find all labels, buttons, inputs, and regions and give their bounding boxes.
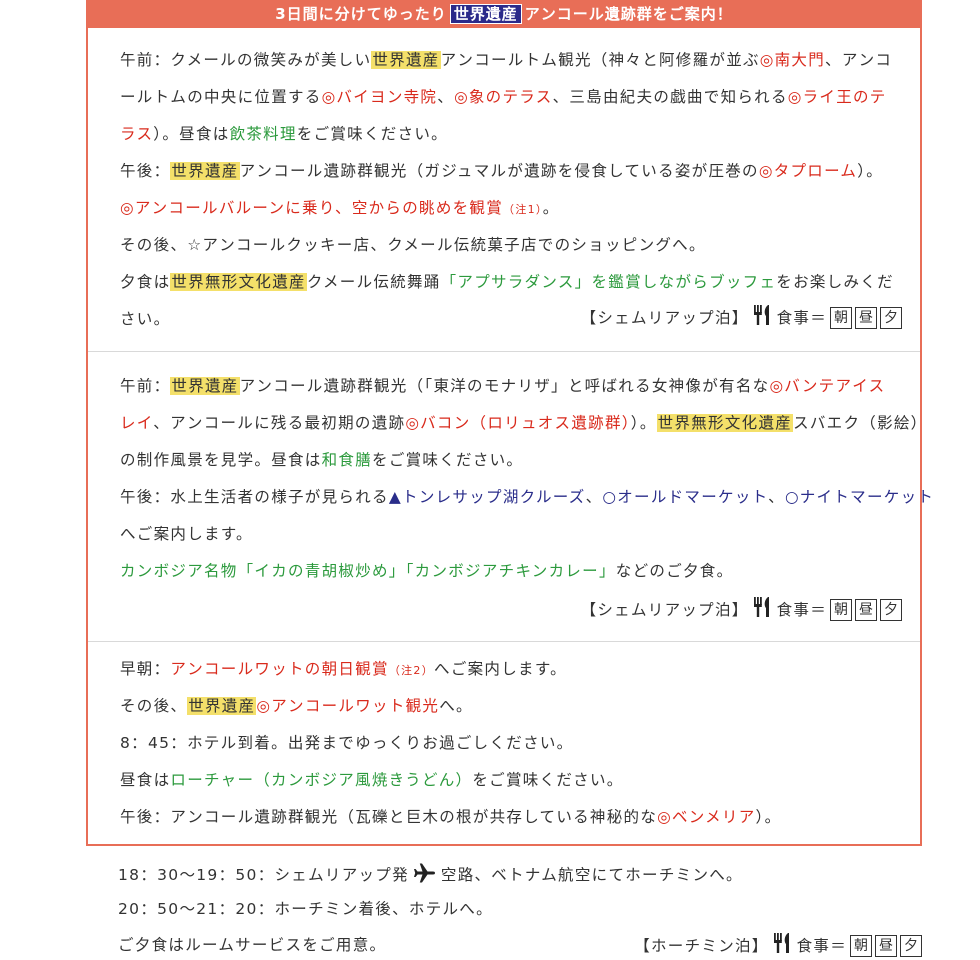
day3-line5: 午後：アンコール遺跡群観光（瓦礫と巨木の根が共存している神秘的な◎ベンメリア）。 — [120, 808, 782, 826]
itinerary-frame: 3日間に分けてゆったり 世界遺産 アンコール遺跡群をご案内！ 午前：クメールの微笑み… — [86, 0, 933, 846]
meal-label: 食事＝ — [776, 309, 827, 327]
day2-section: 午前：世界遺産アンコール遺跡群観光（「東洋のモナリザ」と呼ばれる女神像が有名な◎… — [88, 352, 933, 641]
day3-line3: 8：45：ホテル到着。出発までゆっくりお過ごしください。 — [120, 734, 574, 752]
day2-line2: レイ、アンコールに残る最初期の遺跡◎バコン（ロリュオス遺跡群））。世界無形文化遺… — [120, 414, 928, 432]
day1-line2: ールトムの中央に位置する◎バイヨン寺院、◎象のテラス、三島由紀夫の戯曲で知られる… — [120, 88, 887, 106]
banner-post: アンコール遺跡群をご案内！ — [524, 5, 733, 23]
day1-line8: さい。 — [120, 310, 171, 328]
day1-line3: ラス）。昼食は飲茶料理をご賞味ください。 — [120, 125, 448, 143]
meal-label: 食事＝ — [776, 601, 827, 619]
day2-line4: 午後：水上生活者の様子が見られる▲トンレサップ湖クルーズ、○オールドマーケット、… — [120, 488, 935, 506]
after-line2: 20：50〜21：20：ホーチミン着後、ホテルへ。 — [118, 900, 493, 918]
banner-badge: 世界遺産 — [449, 4, 522, 24]
meal-lunch: 昼 — [855, 599, 877, 621]
after-line1: 18：30〜19：50：シェムリアップ発 空路、ベトナム航空にてホーチミンへ。 — [118, 862, 743, 889]
day2-line5: へご案内します。 — [120, 525, 253, 543]
day1-line6: その後、☆アンコールクッキー店、クメール伝統菓子店でのショッピングへ。 — [120, 236, 706, 254]
itinerary-banner: 3日間に分けてゆったり 世界遺産 アンコール遺跡群をご案内！ — [88, 0, 920, 28]
meal-lunch: 昼 — [855, 307, 877, 329]
meal-dinner: 夕 — [880, 307, 902, 329]
meal-dinner: 夕 — [880, 599, 902, 621]
day1-line4: 午後：世界遺産アンコール遺跡群観光（ガジュマルが遺跡を侵食している姿が圧巻の◎タ… — [120, 162, 884, 180]
stay-label: 【シェムリアップ泊】 — [580, 601, 749, 619]
day3-line4: 昼食はローチャー（カンボジア風焼きうどん）をご賞味ください。 — [120, 771, 624, 789]
meal-label: 食事＝ — [796, 937, 847, 955]
day3-line1: 早朝：アンコールワットの朝日観賞（注2）へご案内します。 — [120, 660, 567, 678]
day1-line1: 午前：クメールの微笑みが美しい世界遺産アンコールトム観光（神々と阿修羅が並ぶ◎南… — [120, 51, 893, 69]
after-line3: ご夕食はルームサービスをご用意。 — [118, 936, 387, 954]
banner-pre: 3日間に分けてゆったり — [275, 5, 447, 23]
day3-section: 早朝：アンコールワットの朝日観賞（注2）へご案内します。 その後、世界遺産◎アン… — [88, 642, 920, 844]
day1-section: 午前：クメールの微笑みが美しい世界遺産アンコールトム観光（神々と阿修羅が並ぶ◎南… — [88, 28, 920, 351]
stay-label: 【ホーチミン泊】 — [634, 937, 769, 955]
meal-breakfast: 朝 — [830, 307, 852, 329]
meal-breakfast: 朝 — [830, 599, 852, 621]
day2-line6: カンボジア名物「イカの青胡椒炒め」「カンボジアチキンカレー」などのご夕食。 — [120, 562, 734, 580]
fork-knife-icon — [753, 596, 771, 624]
meal-lunch: 昼 — [875, 935, 897, 957]
day3-line2: その後、世界遺産◎アンコールワット観光へ。 — [120, 697, 473, 715]
meal-dinner: 夕 — [900, 935, 922, 957]
day2-stay-meals: 【シェムリアップ泊】 食事＝ 朝昼夕 — [581, 596, 902, 624]
day2-line1: 午前：世界遺産アンコール遺跡群観光（「東洋のモナリザ」と呼ばれる女神像が有名な◎… — [120, 377, 886, 395]
stay-label: 【シェムリアップ泊】 — [580, 309, 749, 327]
airplane-icon — [413, 862, 437, 889]
day2-line3: の制作風景を見学。昼食は和食膳をご賞味ください。 — [120, 451, 524, 469]
day1-line7: 夕食は世界無形文化遺産クメール伝統舞踊「アプサラダンス」を鑑賞しながらブッフェを… — [120, 273, 894, 291]
day1-line5: ◎アンコールバルーンに乗り、空からの眺めを観賞（注1）。 — [120, 199, 560, 217]
fork-knife-icon — [753, 304, 771, 332]
meal-breakfast: 朝 — [850, 935, 872, 957]
day1-stay-meals: 【シェムリアップ泊】 食事＝ 朝昼夕 — [581, 304, 902, 332]
